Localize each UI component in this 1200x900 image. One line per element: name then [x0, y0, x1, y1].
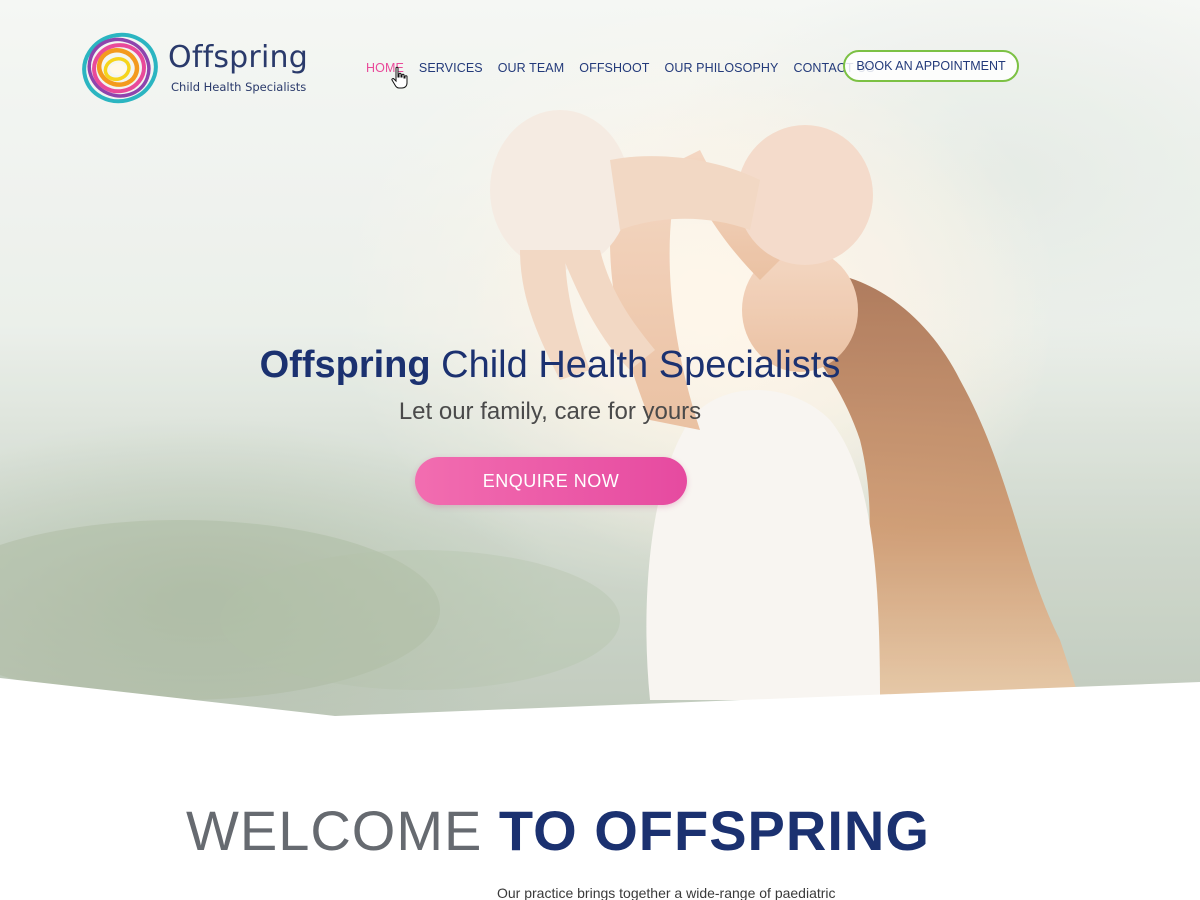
nav-item-our-philosophy[interactable]: OUR PHILOSOPHY: [665, 61, 779, 75]
hero-title-rest: Child Health Specialists: [430, 344, 841, 386]
brand-tagline: Child Health Specialists: [171, 80, 307, 94]
welcome-heading-bold: TO OFFSPRING: [498, 799, 930, 862]
main-nav: HOME SERVICES OUR TEAM OFFSHOOT OUR PHIL…: [366, 58, 890, 78]
hero-bottom-wave: [0, 678, 1200, 720]
site-logo[interactable]: Offspring Child Health Specialists: [80, 28, 310, 108]
brand-name: Offspring: [168, 40, 308, 75]
hero-subtitle: Let our family, care for yours: [398, 398, 702, 425]
hero-title: Offspring Child Health Specialists: [0, 344, 1100, 387]
enquire-now-button[interactable]: ENQUIRE NOW: [415, 457, 687, 505]
welcome-intro-text: Our practice brings together a wide-rang…: [497, 885, 836, 900]
hero-title-brand: Offspring: [259, 344, 431, 386]
nav-item-services[interactable]: SERVICES: [419, 61, 483, 75]
swirl-logo-icon: [82, 32, 158, 104]
nav-item-our-team[interactable]: OUR TEAM: [498, 61, 565, 75]
welcome-heading: WELCOME TO OFFSPRING: [186, 798, 930, 863]
book-appointment-button[interactable]: BOOK AN APPOINTMENT: [843, 50, 1019, 82]
hand-pointer-cursor-icon: [391, 66, 408, 89]
nav-item-offshoot[interactable]: OFFSHOOT: [579, 61, 649, 75]
welcome-heading-light: WELCOME: [186, 799, 499, 862]
